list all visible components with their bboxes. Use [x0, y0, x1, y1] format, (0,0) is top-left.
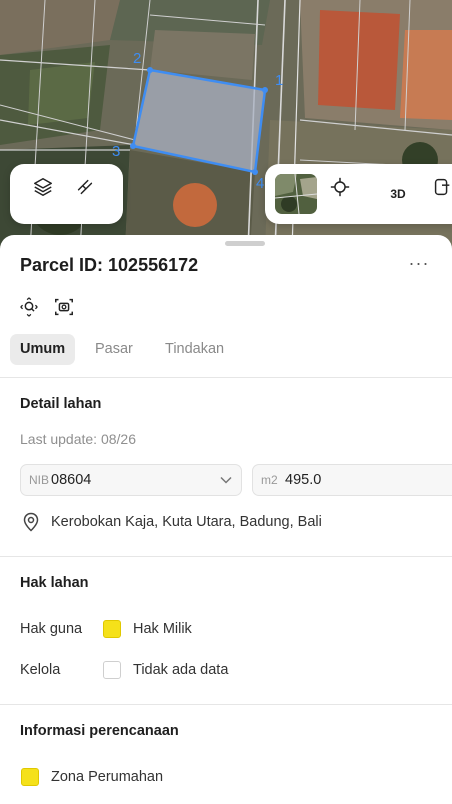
vertex-label-3: 3	[112, 143, 121, 160]
hak-guna-swatch	[103, 620, 121, 638]
map-toolbar-right: 3D	[265, 164, 452, 224]
zoom-to-parcel-icon	[20, 297, 38, 317]
vertex-label-2: 2	[133, 50, 142, 67]
zone-swatch	[21, 768, 39, 786]
layers-button[interactable]	[32, 176, 68, 212]
more-tools-icon	[434, 178, 450, 196]
3d-button[interactable]: 3D	[380, 176, 416, 212]
vertex-label-1: 1	[275, 72, 284, 89]
tabs-divider	[0, 377, 452, 378]
more-options-button[interactable]: ···	[405, 253, 433, 277]
kelola-value: Tidak ada data	[133, 662, 229, 678]
hak-guna-value: Hak Milik	[133, 621, 192, 637]
nib-prefix: NIB	[29, 473, 50, 487]
layers-icon	[34, 178, 52, 196]
measure-button[interactable]	[74, 176, 110, 212]
tab-umum[interactable]: Umum	[10, 334, 76, 365]
area-prefix: m2	[261, 473, 278, 487]
nib-field[interactable]: NIB 08604	[20, 464, 211, 496]
satellite-thumbnail-icon	[275, 174, 317, 214]
address-text: Kerobokan Kaja, Kuta Utara, Badung, Bali	[51, 514, 322, 530]
basemap-thumbnail[interactable]	[275, 174, 317, 214]
nib-value: 08604	[51, 472, 92, 488]
vertex-label-4: 4	[256, 175, 265, 192]
nib-dropdown-button[interactable]	[210, 464, 242, 496]
screenshot-button[interactable]	[52, 295, 76, 319]
parcel-title: Parcel ID: 102556172	[20, 255, 199, 275]
detail-heading: Detail lahan	[20, 396, 102, 412]
locate-button[interactable]	[329, 176, 365, 212]
chevron-down-icon	[219, 476, 232, 484]
sheet-drag-handle[interactable]	[225, 241, 265, 246]
location-pin-icon	[23, 512, 39, 532]
map-toolbar-left	[10, 164, 123, 224]
3d-icon: 3D	[390, 187, 406, 201]
planning-heading: Informasi perencanaan	[20, 723, 179, 739]
parcel-bottom-sheet: Parcel ID: 102556172 ··· Umum Pasar Tind…	[0, 235, 452, 804]
screenshot-icon	[55, 298, 73, 316]
area-value: 495.0	[285, 472, 322, 488]
measure-icon	[77, 179, 93, 195]
tab-tindakan[interactable]: Tindakan	[165, 334, 224, 365]
last-update-text: Last update: 08/26	[20, 431, 136, 447]
more-tools-button[interactable]	[431, 176, 452, 212]
zone-text: Zona Perumahan	[51, 769, 164, 785]
kelola-label: Kelola	[20, 662, 61, 678]
zoom-to-parcel-button[interactable]	[17, 295, 41, 319]
locate-icon	[330, 177, 350, 197]
area-field[interactable]: m2 495.0	[252, 464, 452, 496]
hak-guna-label: Hak guna	[20, 621, 83, 637]
satellite-map[interactable]: 1 2 3 4 3D	[0, 0, 452, 250]
section-divider	[0, 704, 452, 705]
section-divider	[0, 556, 452, 557]
kelola-swatch	[103, 661, 121, 679]
tab-pasar[interactable]: Pasar	[95, 334, 133, 365]
rights-heading: Hak lahan	[20, 575, 89, 591]
